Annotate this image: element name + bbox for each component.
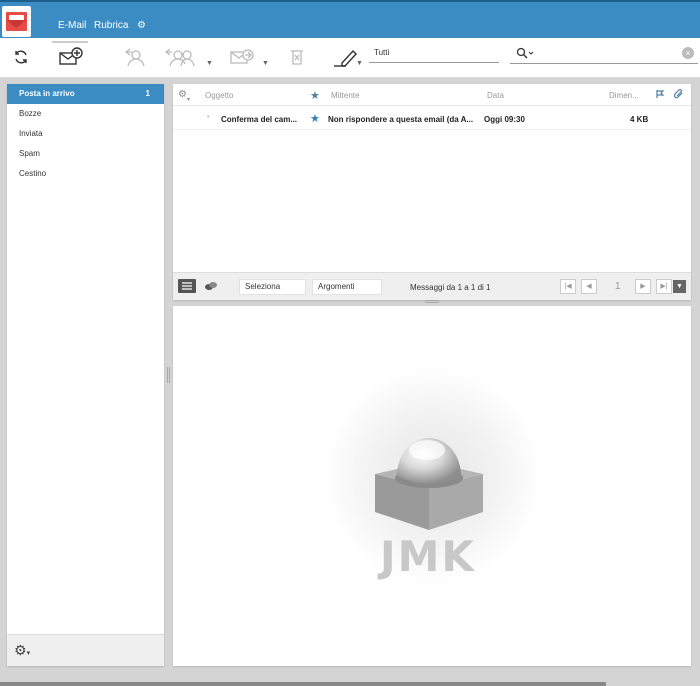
select-menu[interactable]: Seleziona — [239, 279, 306, 295]
unread-count: 1 — [145, 89, 150, 98]
reply-icon — [122, 46, 148, 68]
folder-label: Cestino — [19, 169, 47, 178]
prev-page-icon[interactable]: ◀ — [581, 279, 597, 294]
folder-label: Inviata — [19, 129, 43, 138]
next-page-icon[interactable]: ▶ — [635, 279, 651, 294]
first-page-icon[interactable]: |◀ — [560, 279, 576, 294]
search-box: × — [510, 44, 698, 64]
priority-column-icon[interactable] — [655, 89, 665, 101]
folder-sent[interactable]: Inviata — [7, 124, 164, 144]
toolbar: ▼ ▼ ▼ Tutti × — [0, 38, 700, 78]
folder-settings-icon[interactable]: ⚙▾ — [14, 642, 30, 659]
attachment-column-icon[interactable] — [673, 89, 684, 102]
message-list-header: ⚙ ▾ Oggetto ★ Mittente Data Dimen... — [173, 84, 691, 106]
message-subject: Conferma del cam... — [221, 115, 298, 124]
message-list: ⚙ ▾ Oggetto ★ Mittente Data Dimen... • Co… — [173, 84, 691, 300]
filter-select[interactable]: Tutti — [369, 44, 499, 63]
folder-label: Bozze — [19, 109, 42, 118]
pager-dropdown-icon[interactable]: ▼ — [673, 280, 686, 293]
search-input[interactable] — [538, 46, 678, 60]
search-icon[interactable] — [516, 47, 534, 62]
last-page-icon[interactable]: ▶| — [656, 279, 672, 294]
compose-icon[interactable] — [57, 46, 85, 68]
page-number[interactable]: 1 — [615, 281, 621, 292]
pagination-info: Messaggi da 1 a 1 di 1 — [410, 283, 491, 292]
list-menu-icon[interactable] — [178, 279, 196, 293]
folder-inbox[interactable]: Posta in arrivo 1 — [7, 84, 164, 104]
mark-dropdown-icon[interactable]: ▼ — [356, 60, 363, 67]
folder-actions-bar: ⚙▾ — [7, 634, 164, 666]
folder-drafts[interactable]: Bozze — [7, 104, 164, 124]
threads-menu[interactable]: Argomenti — [312, 279, 382, 295]
column-from[interactable]: Mittente — [331, 91, 359, 100]
nav-email[interactable]: E-Mail — [58, 20, 86, 31]
message-date: Oggi 09:30 — [484, 115, 525, 124]
reply-all-dropdown-icon: ▼ — [206, 60, 213, 67]
app-logo[interactable] — [2, 6, 31, 37]
list-footer: Seleziona Argomenti Messaggi da 1 a 1 di… — [173, 272, 691, 300]
folder-label: Posta in arrivo — [19, 89, 75, 98]
reply-all-icon — [163, 46, 197, 68]
refresh-icon[interactable] — [11, 46, 31, 68]
settings-gears-icon[interactable]: ⚙ — [137, 20, 146, 31]
column-size[interactable]: Dimen... — [609, 91, 639, 100]
top-bar: E-Mail Rubrica ⚙ — [0, 0, 700, 38]
message-from: Non rispondere a questa email (da A... — [328, 115, 474, 124]
list-options-icon[interactable]: ⚙ ▾ — [178, 89, 190, 103]
horizontal-splitter[interactable] — [425, 300, 439, 303]
vertical-splitter[interactable] — [167, 367, 170, 383]
jmk-logo-icon — [375, 438, 483, 530]
column-date[interactable]: Data — [487, 91, 504, 100]
compose-indicator — [52, 41, 88, 43]
delete-icon — [287, 46, 307, 68]
flag-column-star-icon[interactable]: ★ — [310, 89, 320, 102]
folder-spam[interactable]: Spam — [7, 144, 164, 164]
forward-dropdown-icon: ▼ — [262, 60, 269, 67]
filter-value: Tutti — [374, 48, 390, 57]
search-clear-icon[interactable]: × — [682, 47, 694, 59]
forward-icon — [228, 46, 256, 68]
preview-pane: JMK — [173, 306, 691, 666]
table-row[interactable]: • Conferma del cam... ★ Non rispondere a… — [173, 108, 691, 130]
jmk-logo-text: JMK — [380, 532, 476, 581]
folder-list: Posta in arrivo 1 Bozze Inviata Spam Ces… — [7, 84, 164, 666]
star-icon[interactable]: ★ — [310, 112, 320, 125]
horizontal-scrollbar[interactable] — [0, 682, 606, 686]
message-size: 4 KB — [630, 115, 649, 124]
folder-trash[interactable]: Cestino — [7, 164, 164, 184]
threads-toggle-icon[interactable] — [204, 281, 218, 293]
unread-dot-icon: • — [207, 114, 210, 121]
folder-label: Spam — [19, 149, 40, 158]
column-subject[interactable]: Oggetto — [205, 91, 233, 100]
nav-rubrica[interactable]: Rubrica — [94, 20, 128, 31]
